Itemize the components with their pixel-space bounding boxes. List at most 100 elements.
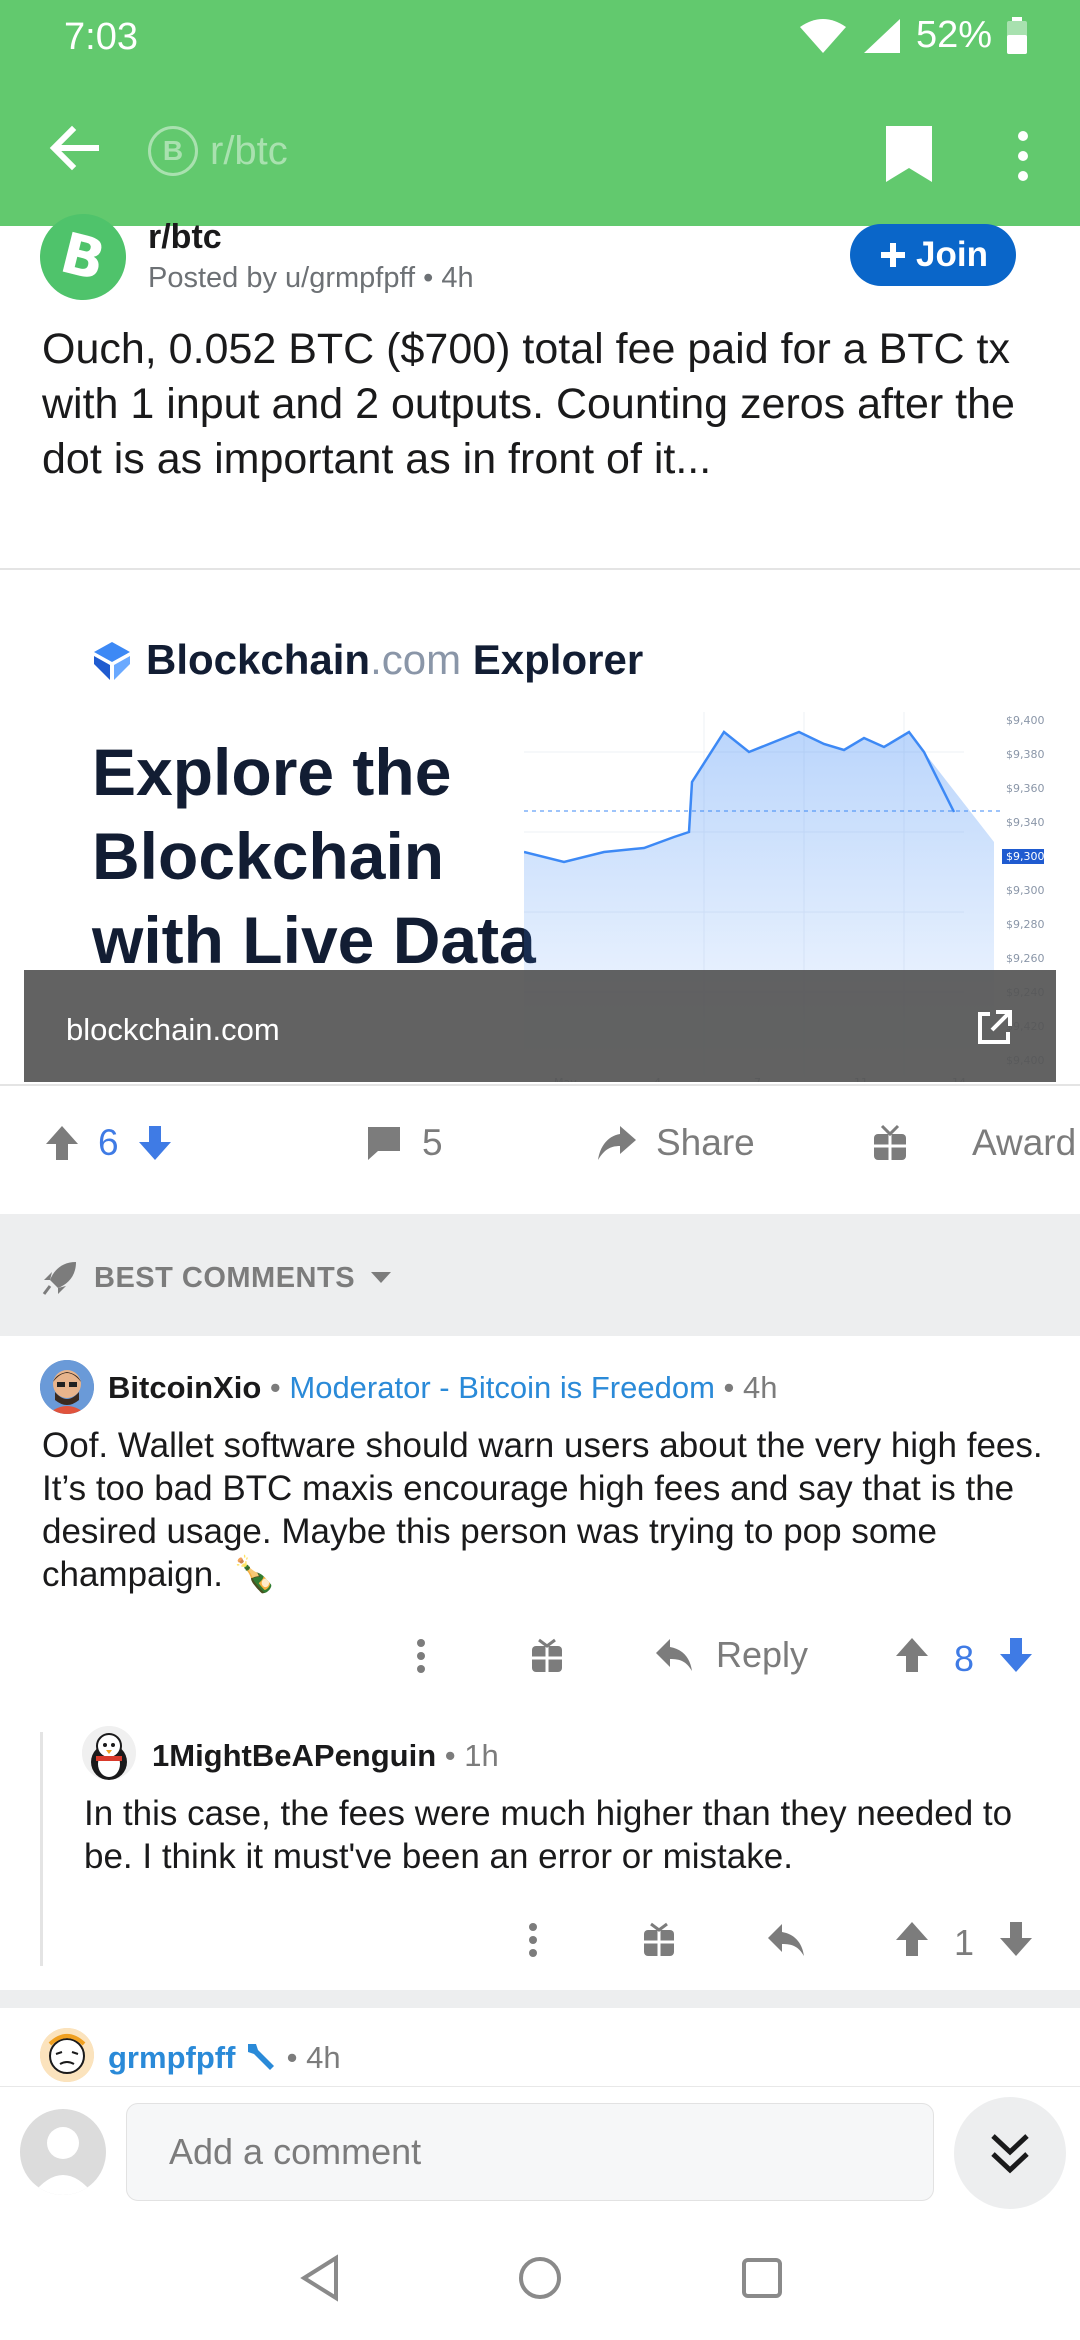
share-icon [598,1126,636,1160]
blockchain-logo: Blockchain.com Explorer [90,636,643,684]
post-subreddit[interactable]: r/btc [148,218,222,257]
comment-composer: Add a comment [0,2086,1080,2218]
sort-selector[interactable]: BEST COMMENTS [40,1258,393,1298]
my-avatar[interactable] [20,2109,106,2195]
post-vote-count: 6 [98,1122,119,1163]
preview-headline: Explore the Blockchain with Live Data [92,735,536,977]
logo-main: Blockchain [146,636,371,683]
chart-y-tick-label: $9,260 [1006,952,1045,965]
comment-author[interactable]: BitcoinXio [108,1370,261,1405]
share-label: Share [656,1122,755,1163]
nav-home-icon[interactable] [516,2254,564,2302]
avatar[interactable] [40,2028,94,2082]
status-time: 7:03 [64,16,138,58]
avatar[interactable] [40,1360,94,1414]
reply-icon [656,1639,692,1671]
chart-y-tick-label: $9,300 [1006,884,1045,897]
double-chevron-down-icon [991,2134,1029,2174]
battery-percent: 52% [915,14,992,56]
sort-label: BEST COMMENTS [94,1261,356,1294]
award-label: Award [972,1122,1077,1163]
share-button[interactable]: Share [596,1122,755,1164]
chevron-down-icon [371,1272,392,1283]
signal-icon [863,18,900,53]
more-options-icon[interactable] [526,1922,540,1958]
link-preview[interactable]: Blockchain.com Explorer Explore the Bloc… [0,568,1080,1086]
plus-icon [881,243,906,267]
upvote-icon[interactable] [894,1636,930,1674]
blockchain-logo-icon [94,642,130,680]
more-options-icon[interactable] [1008,126,1038,186]
chart-y-tick-label: $9,280 [1006,918,1045,931]
rocket-icon [42,1262,76,1295]
comment-header: grmpfpff • 4h [108,2040,341,2076]
user-placeholder-icon [32,2127,94,2195]
chart-y-tick-label: $9,360 [1006,782,1045,795]
comments-button[interactable]: 5 [364,1122,443,1164]
comment-header: BitcoinXio • Moderator - Bitcoin is Free… [108,1370,778,1405]
reply-button[interactable]: Reply [654,1634,808,1676]
comment-author[interactable]: 1MightBeAPenguin [152,1738,436,1773]
comment-divider [0,1990,1080,2008]
external-link-icon [978,1010,1012,1044]
preview-link-bar[interactable]: blockchain.com [24,970,1056,1082]
nav-recents-icon[interactable] [740,2254,784,2302]
system-nav-bar [0,2218,1080,2340]
battery-icon [1007,16,1027,54]
comment-count: 5 [422,1122,443,1163]
chart-y-tick-label: $9,400 [1006,714,1045,727]
appbar-subreddit[interactable]: B r/btc [148,126,288,176]
logo-dot: .com [370,636,462,683]
nav-back-icon[interactable] [298,2254,342,2302]
comment-vote-count: 1 [954,1922,975,1963]
gift-icon[interactable] [530,1638,564,1674]
comment-actions: 1 [0,1912,1080,1972]
comment-time: • 1h [444,1738,499,1773]
comment-body: In this case, the fees were much higher … [84,1794,1013,1876]
post-title: Ouch, 0.052 BTC ($700) total fee paid fo… [42,325,1015,483]
downvote-icon[interactable] [998,1636,1034,1674]
downvote-icon[interactable] [998,1920,1034,1958]
subreddit-logo-icon: B [148,126,198,176]
downvote-icon[interactable] [137,1124,173,1162]
comment-time: • 4h [286,2040,341,2075]
bookmark-icon[interactable] [882,124,936,184]
top-bar: 7:03 52% B r/btc [0,0,1080,226]
avatar[interactable] [82,1726,136,1780]
comment-header: 1MightBeAPenguin • 1h [152,1738,499,1774]
join-label: Join [916,235,988,274]
expand-comments-button[interactable] [954,2097,1066,2209]
preview-domain: blockchain.com [66,1012,280,1047]
wrench-icon [248,2044,275,2070]
comment-icon [368,1127,400,1160]
gift-icon [874,1124,906,1160]
back-arrow-icon[interactable] [44,118,104,178]
reply-label: Reply [716,1634,809,1675]
upvote-icon[interactable] [894,1920,930,1958]
author-flair: Moderator - Bitcoin is Freedom [289,1370,715,1405]
chart-y-tick-label: $9,380 [1006,748,1045,761]
upvote-icon[interactable] [44,1124,80,1162]
chart-y-tick-label: $9,300 [1006,850,1045,863]
award-button[interactable]: Award [872,1122,1076,1164]
comment-time: • 4h [723,1370,778,1405]
post-actions: 6 5 Share Award [0,1086,1080,1214]
posted-by[interactable]: Posted by u/grmpfpff • 4h [148,262,474,295]
post-vote-group: 6 [44,1122,173,1164]
gift-icon[interactable] [642,1922,676,1958]
comment-body: Oof. Wallet software should warn users a… [42,1426,1043,1594]
comment-vote-count: 8 [954,1638,975,1679]
chart-y-tick-label: $9,340 [1006,816,1045,829]
user-avatar-icon [40,1360,94,1414]
join-button[interactable]: Join [850,224,1016,286]
wifi-icon [799,18,846,53]
reply-icon[interactable] [766,1922,806,1958]
comment-author[interactable]: grmpfpff [108,2040,235,2075]
preview-image: Blockchain.com Explorer Explore the Bloc… [24,582,1056,1082]
user-avatar-icon [82,1726,136,1780]
comment-actions: Reply 8 [0,1626,1080,1686]
comment-sort-bar[interactable]: BEST COMMENTS [0,1214,1080,1336]
user-avatar-icon [40,2028,94,2082]
more-options-icon[interactable] [414,1638,428,1674]
add-comment-input[interactable]: Add a comment [126,2103,934,2201]
